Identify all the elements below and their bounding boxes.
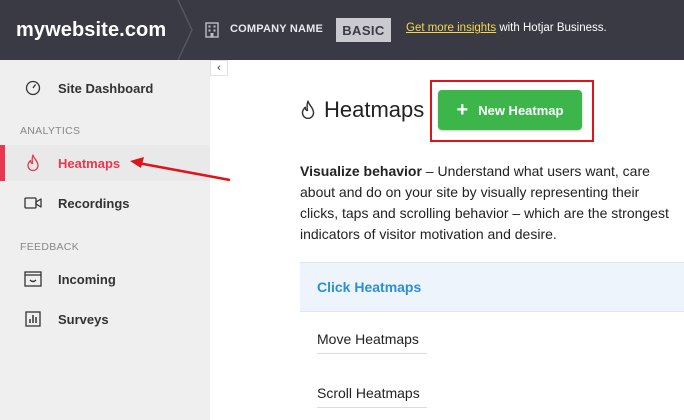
plus-icon: + (456, 99, 469, 121)
tab-click-heatmaps[interactable]: Click Heatmaps (300, 262, 684, 312)
sidebar-item-label: Heatmaps (58, 155, 121, 171)
section-label-feedback: FEEDBACK (20, 241, 79, 253)
collapse-sidebar-button[interactable]: ‹ (210, 60, 228, 76)
video-icon (24, 194, 42, 212)
description-heading: Visualize behavior (300, 163, 422, 179)
tab-label: Move Heatmaps (317, 331, 419, 347)
chevron-right-icon (177, 0, 193, 60)
upsell-text: with Hotjar Business. (496, 22, 607, 34)
new-heatmap-label: New Heatmap (478, 102, 564, 118)
sidebar (0, 60, 210, 420)
page-description: Visualize behavior – Understand what use… (300, 161, 680, 245)
inbox-icon (24, 270, 42, 288)
plan-badge: BASIC (336, 18, 391, 42)
section-label-analytics: ANALYTICS (20, 125, 81, 137)
sidebar-item-site-dashboard[interactable]: Site Dashboard (0, 70, 210, 106)
sidebar-item-incoming[interactable]: Incoming (0, 261, 210, 297)
annotation-arrow (130, 157, 231, 182)
tab-move-heatmaps[interactable]: Move Heatmaps (317, 331, 427, 354)
site-name: mywebsite.com (16, 18, 167, 41)
page-title: Heatmaps (324, 97, 425, 122)
sidebar-item-surveys[interactable]: Surveys (0, 301, 210, 337)
sidebar-item-label: Surveys (58, 311, 109, 327)
company-name[interactable]: COMPANY NAME (230, 23, 323, 35)
flame-icon (24, 154, 42, 172)
sidebar-item-label: Recordings (58, 195, 130, 211)
upsell-message: Get more insights with Hotjar Business. (406, 22, 607, 34)
building-icon (205, 22, 219, 38)
top-bar: mywebsite.com COMPANY NAME BASIC Get mor… (0, 0, 684, 60)
tab-label: Click Heatmaps (317, 279, 422, 295)
tab-scroll-heatmaps[interactable]: Scroll Heatmaps (317, 385, 427, 408)
site-switcher[interactable]: mywebsite.com (0, 0, 178, 60)
sidebar-item-label: Site Dashboard (58, 80, 154, 96)
chevron-left-icon: ‹ (217, 62, 221, 74)
survey-icon (24, 310, 42, 328)
gauge-icon (24, 79, 42, 97)
tab-label: Scroll Heatmaps (317, 385, 420, 401)
flame-icon (301, 100, 315, 119)
sidebar-item-label: Incoming (58, 271, 116, 287)
upsell-link[interactable]: Get more insights (406, 22, 496, 34)
sidebar-item-recordings[interactable]: Recordings (0, 185, 210, 221)
new-heatmap-button[interactable]: + New Heatmap (438, 90, 582, 130)
page-header: Heatmaps (300, 97, 424, 123)
